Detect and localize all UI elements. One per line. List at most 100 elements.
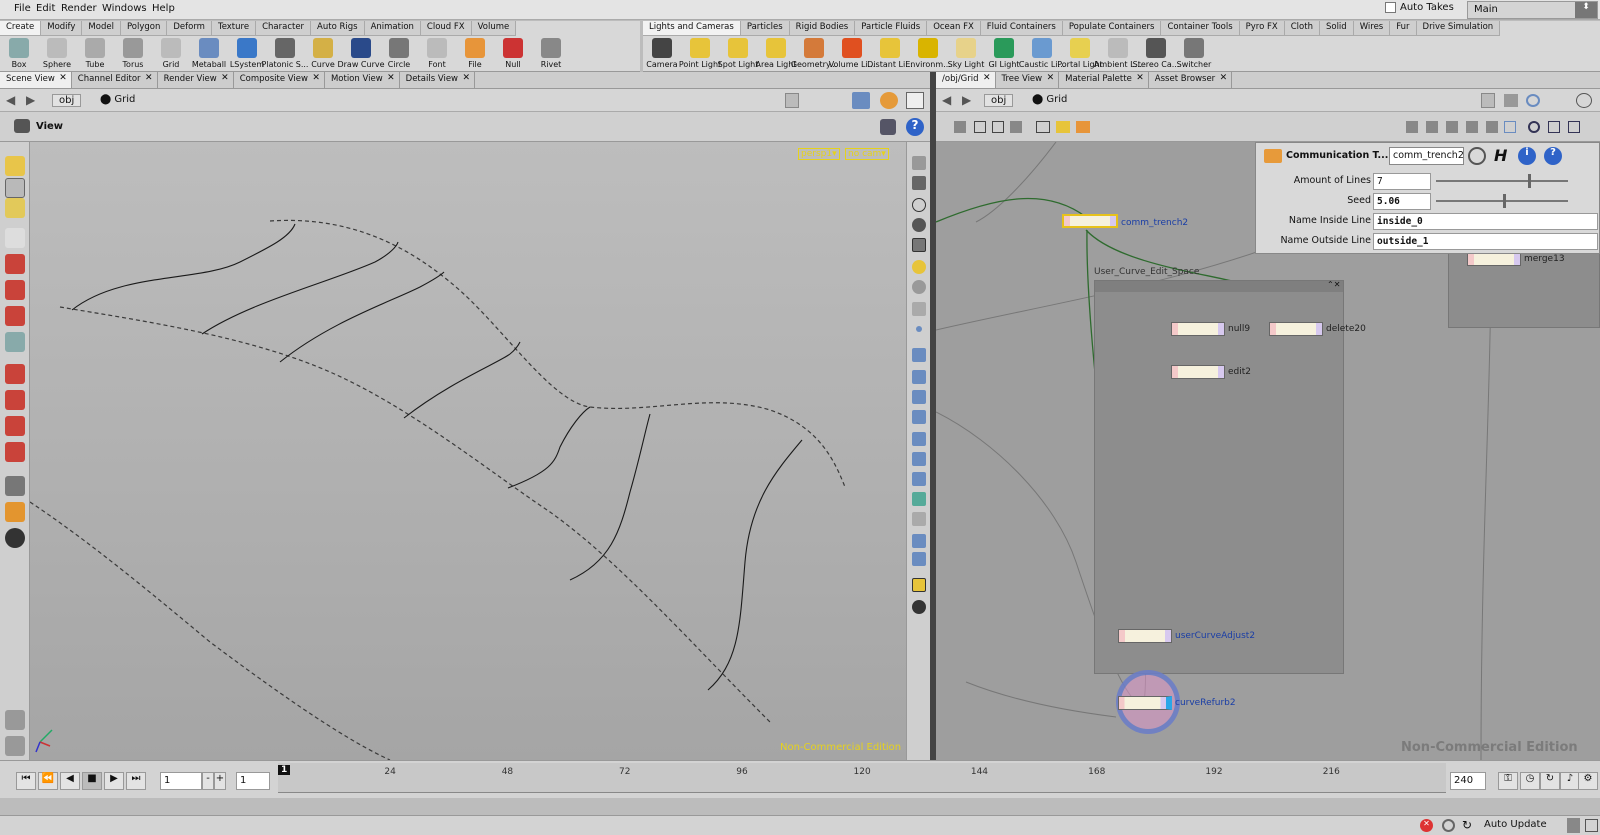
menu-file[interactable]: File — [14, 3, 31, 14]
net-settings-icon[interactable] — [1576, 93, 1592, 108]
net-layout-icon[interactable] — [1036, 121, 1050, 133]
tool-circle[interactable]: Circle — [380, 36, 418, 72]
persp-camera-menu[interactable]: persp1▾ — [798, 148, 840, 160]
close-icon[interactable]: ✕ — [1047, 73, 1055, 83]
net-color-icon[interactable] — [1076, 121, 1090, 133]
tool-spot-light[interactable]: Spot Light — [718, 36, 758, 72]
bbox-icon[interactable] — [912, 472, 926, 486]
shelf-tab-drive-simulation[interactable]: Drive Simulation — [1417, 21, 1501, 35]
arrow-tool-icon[interactable] — [5, 228, 25, 248]
translate-icon[interactable] — [5, 254, 25, 274]
net-branch-icon[interactable] — [1466, 121, 1478, 133]
tool-environm-[interactable]: Environm... — [905, 36, 951, 72]
stop-icon[interactable]: ■ — [82, 772, 102, 790]
tool-area-light[interactable]: Area Light — [756, 36, 796, 72]
start-frame-field[interactable]: 1 — [236, 772, 270, 790]
timeline-ruler[interactable]: 1 24 48 72 96 120 144 168 192 216 — [278, 763, 1446, 793]
menu-windows[interactable]: Windows — [102, 3, 147, 14]
jump-start-icon[interactable]: ⏮ — [16, 772, 36, 790]
tool-ambient-l-[interactable]: Ambient L... — [1094, 36, 1142, 72]
shelf-tab-ocean-fx[interactable]: Ocean FX — [927, 21, 981, 35]
shelf-tab-create[interactable]: Create — [0, 21, 42, 35]
pane-tab-details-view[interactable]: Details View ✕ — [400, 72, 475, 88]
shelf-tab-animation[interactable]: Animation — [365, 21, 421, 35]
close-icon[interactable]: ✕ — [1220, 73, 1228, 83]
tool-null[interactable]: Null — [494, 36, 532, 72]
info-icon[interactable]: i — [1518, 147, 1536, 165]
node-null9[interactable] — [1171, 322, 1225, 336]
net-forward-arrow-icon[interactable]: ▶ — [962, 93, 976, 107]
shelf-tab-solid[interactable]: Solid — [1320, 21, 1354, 35]
tool-sky-light[interactable]: Sky Light — [947, 36, 985, 72]
tool-tube[interactable]: Tube — [76, 36, 114, 72]
move-tool-icon[interactable] — [5, 178, 25, 198]
net-tree-layout-icon[interactable] — [1446, 121, 1458, 133]
loop-icon[interactable]: ↻ — [1540, 772, 1560, 790]
sculpt-icon[interactable] — [5, 416, 25, 436]
ghost-icon[interactable] — [912, 198, 926, 212]
tool-file[interactable]: File — [456, 36, 494, 72]
shelf-tab-modify[interactable]: Modify — [41, 21, 83, 35]
guide-icon[interactable] — [912, 534, 926, 548]
path-crumb-grid[interactable]: ⬤ Grid — [100, 94, 135, 105]
tool-sphere[interactable]: Sphere — [38, 36, 76, 72]
shading-icon[interactable] — [912, 260, 926, 274]
menu-help[interactable]: Help — [152, 3, 175, 14]
shelf-tab-rigid-bodies[interactable]: Rigid Bodies — [790, 21, 856, 35]
shelf-tab-deform[interactable]: Deform — [167, 21, 212, 35]
net-note-icon[interactable] — [1056, 121, 1070, 133]
uv-icon[interactable] — [912, 452, 926, 466]
frame-field[interactable]: 1 — [160, 772, 202, 790]
text-icon[interactable] — [912, 512, 926, 526]
pane-tab-render-view[interactable]: Render View ✕ — [158, 72, 234, 88]
points-icon[interactable] — [916, 326, 922, 332]
brush-icon[interactable] — [5, 364, 25, 384]
network-box[interactable]: ⌃✕ — [1094, 280, 1344, 674]
auto-update-select[interactable]: Auto Update — [1484, 819, 1547, 830]
shelf-tab-cloth[interactable]: Cloth — [1285, 21, 1320, 35]
no-cam-menu[interactable]: no cam▾ — [845, 148, 889, 160]
auto-update-chevron-icon[interactable] — [1567, 818, 1580, 833]
help-icon[interactable]: ? — [906, 118, 924, 136]
jump-end-icon[interactable]: ⏭ — [126, 772, 146, 790]
seed-slider-knob[interactable] — [1503, 194, 1507, 208]
current-frame-marker[interactable]: 1 — [278, 765, 291, 775]
close-icon[interactable]: ✕ — [312, 73, 320, 83]
tool-rivet[interactable]: Rivet — [532, 36, 570, 72]
node-edit2[interactable] — [1171, 365, 1225, 379]
shelf-tab-container-tools[interactable]: Container Tools — [1161, 21, 1240, 35]
path-crumb-obj[interactable]: obj — [52, 94, 82, 107]
net-back-arrow-icon[interactable]: ◀ — [942, 93, 956, 107]
gear-icon[interactable] — [1468, 147, 1486, 165]
shelf-tab-populate-containers[interactable]: Populate Containers — [1063, 21, 1162, 35]
seed-slider[interactable] — [1436, 194, 1568, 208]
menu-edit[interactable]: Edit — [36, 3, 55, 14]
net-align-icon[interactable] — [1406, 121, 1418, 133]
camera-view-icon[interactable] — [5, 528, 25, 548]
close-icon[interactable]: ✕ — [983, 73, 991, 83]
parm-help-icon[interactable]: ? — [1544, 147, 1562, 165]
pose-tool-icon[interactable] — [5, 198, 25, 218]
pane-tab-tree-view[interactable]: Tree View ✕ — [996, 72, 1060, 88]
node-name-field[interactable]: comm_trench2 — [1389, 147, 1464, 165]
shelf-tab-pyro-fx[interactable]: Pyro FX — [1240, 21, 1285, 35]
shelf-tab-auto-rigs[interactable]: Auto Rigs — [311, 21, 365, 35]
close-icon[interactable]: ✕ — [145, 73, 153, 83]
background-icon[interactable] — [912, 552, 926, 566]
tool-volume-li-[interactable]: Volume Li... — [829, 36, 875, 72]
close-icon[interactable]: ✕ — [387, 73, 395, 83]
node-comm-trench2[interactable] — [1062, 214, 1118, 228]
magnet-icon[interactable] — [5, 442, 25, 462]
shelf-tab-character[interactable]: Character — [256, 21, 312, 35]
prim-normals-icon[interactable] — [912, 432, 926, 446]
frame-all-icon[interactable] — [1548, 121, 1560, 133]
scale-icon[interactable] — [5, 306, 25, 326]
tool-draw-curve[interactable]: Draw Curve — [337, 36, 385, 72]
auto-takes-toggle[interactable]: Auto Takes — [1385, 2, 1454, 13]
shelf-tab-fur[interactable]: Fur — [1390, 21, 1417, 35]
headlight-icon[interactable] — [912, 238, 926, 252]
render-region-icon[interactable] — [5, 502, 25, 522]
seed-field[interactable]: 5.06 — [1373, 193, 1431, 210]
tool-geometry-[interactable]: Geometry... — [791, 36, 837, 72]
tangent-icon[interactable] — [912, 492, 926, 506]
